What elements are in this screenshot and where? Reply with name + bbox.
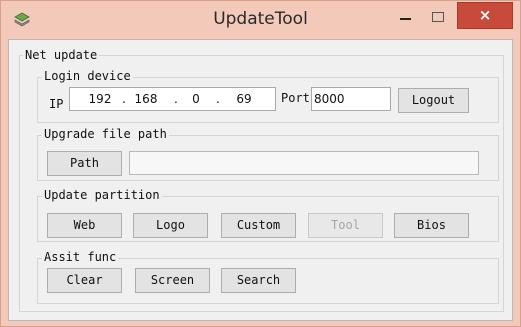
login-device-label: Login device xyxy=(42,69,133,83)
ip-octet-1[interactable]: 192 xyxy=(82,92,118,106)
screen-button[interactable]: Screen xyxy=(135,268,210,293)
clear-button[interactable]: Clear xyxy=(47,268,122,293)
port-label: Port xyxy=(281,91,310,105)
search-button[interactable]: Search xyxy=(221,268,296,293)
net-update-label: Net update xyxy=(23,48,100,62)
ip-dot: . xyxy=(174,92,178,106)
ip-dot: . xyxy=(122,92,126,106)
logo-button[interactable]: Logo xyxy=(133,213,208,238)
title-bar[interactable]: UpdateTool × xyxy=(1,1,520,39)
update-partition-label: Update partition xyxy=(42,188,162,202)
bios-button[interactable]: Bios xyxy=(394,213,469,238)
path-field[interactable] xyxy=(129,151,479,175)
tool-button: Tool xyxy=(308,213,383,238)
maximize-button[interactable] xyxy=(425,5,451,29)
upgrade-file-path-label: Upgrade file path xyxy=(42,127,169,141)
ip-octet-4[interactable]: 69 xyxy=(229,92,259,106)
client-area: Net update Login device IP 192 . 168 . 0… xyxy=(8,39,513,321)
path-button[interactable]: Path xyxy=(47,151,122,176)
logout-button[interactable]: Logout xyxy=(398,88,469,113)
web-button[interactable]: Web xyxy=(47,213,122,238)
ip-dot: . xyxy=(216,92,220,106)
assist-func-label: Assit func xyxy=(42,250,119,264)
ip-octet-2[interactable]: 168 xyxy=(128,92,164,106)
ip-octet-3[interactable]: 0 xyxy=(184,92,208,106)
close-button[interactable]: × xyxy=(457,2,513,29)
ip-label: IP xyxy=(49,97,64,111)
custom-button[interactable]: Custom xyxy=(221,213,296,238)
port-field[interactable]: 8000 xyxy=(311,87,391,111)
app-window: UpdateTool × Net update Login device IP … xyxy=(0,0,521,327)
minimize-button[interactable] xyxy=(393,5,419,29)
